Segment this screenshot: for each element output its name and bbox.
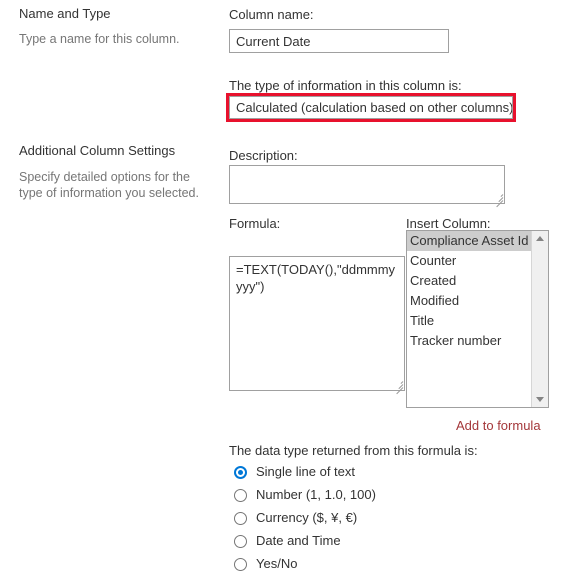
- section-help-name-and-type: Type a name for this column.: [19, 32, 180, 46]
- column-name-label: Column name:: [229, 7, 314, 22]
- data-type-label: The data type returned from this formula…: [229, 443, 478, 458]
- radio-option-yes-no[interactable]: Yes/No: [234, 554, 297, 574]
- list-item[interactable]: Title: [407, 311, 531, 331]
- listbox-scrollbar[interactable]: [531, 231, 548, 407]
- radio-indicator[interactable]: [234, 488, 247, 502]
- type-of-information-select[interactable]: Calculated (calculation based on other c…: [229, 96, 513, 119]
- radio-label: Currency ($, ¥, €): [256, 510, 358, 525]
- radio-label: Yes/No: [256, 556, 298, 571]
- triangle-down-icon[interactable]: [532, 391, 548, 407]
- list-item[interactable]: Compliance Asset Id: [407, 231, 531, 251]
- list-item[interactable]: Created: [407, 271, 531, 291]
- insert-column-listbox[interactable]: Compliance Asset Id Counter Created Modi…: [406, 230, 549, 408]
- type-of-information-label: The type of information in this column i…: [229, 78, 462, 93]
- radio-indicator[interactable]: [234, 534, 247, 548]
- column-settings-page: Name and Type Type a name for this colum…: [0, 0, 570, 578]
- section-heading-name-and-type: Name and Type: [19, 6, 111, 21]
- section-help-additional-column-settings: Specify detailed options for the type of…: [19, 170, 199, 200]
- formula-label: Formula:: [229, 216, 281, 231]
- triangle-up-icon[interactable]: [532, 231, 548, 247]
- list-item[interactable]: Counter: [407, 251, 531, 271]
- formula-textarea[interactable]: [229, 256, 405, 391]
- insert-column-list: Compliance Asset Id Counter Created Modi…: [407, 231, 531, 407]
- radio-label: Single line of text: [256, 464, 356, 479]
- description-label: Description:: [229, 148, 298, 163]
- radio-option-single-line-of-text[interactable]: Single line of text: [234, 462, 355, 482]
- list-item[interactable]: Modified: [407, 291, 531, 311]
- radio-label: Date and Time: [256, 533, 341, 548]
- radio-indicator[interactable]: [234, 465, 247, 479]
- list-item[interactable]: Tracker number: [407, 331, 531, 351]
- add-to-formula-link[interactable]: Add to formula: [456, 418, 541, 433]
- radio-indicator[interactable]: [234, 557, 247, 571]
- description-textarea[interactable]: [229, 165, 505, 204]
- section-heading-additional-column-settings: Additional Column Settings: [19, 143, 176, 158]
- radio-indicator[interactable]: [234, 511, 247, 525]
- radio-option-date-and-time[interactable]: Date and Time: [234, 531, 341, 551]
- radio-option-currency[interactable]: Currency ($, ¥, €): [234, 508, 357, 528]
- radio-option-number[interactable]: Number (1, 1.0, 100): [234, 485, 376, 505]
- radio-label: Number (1, 1.0, 100): [256, 487, 376, 502]
- column-name-input[interactable]: [229, 29, 449, 53]
